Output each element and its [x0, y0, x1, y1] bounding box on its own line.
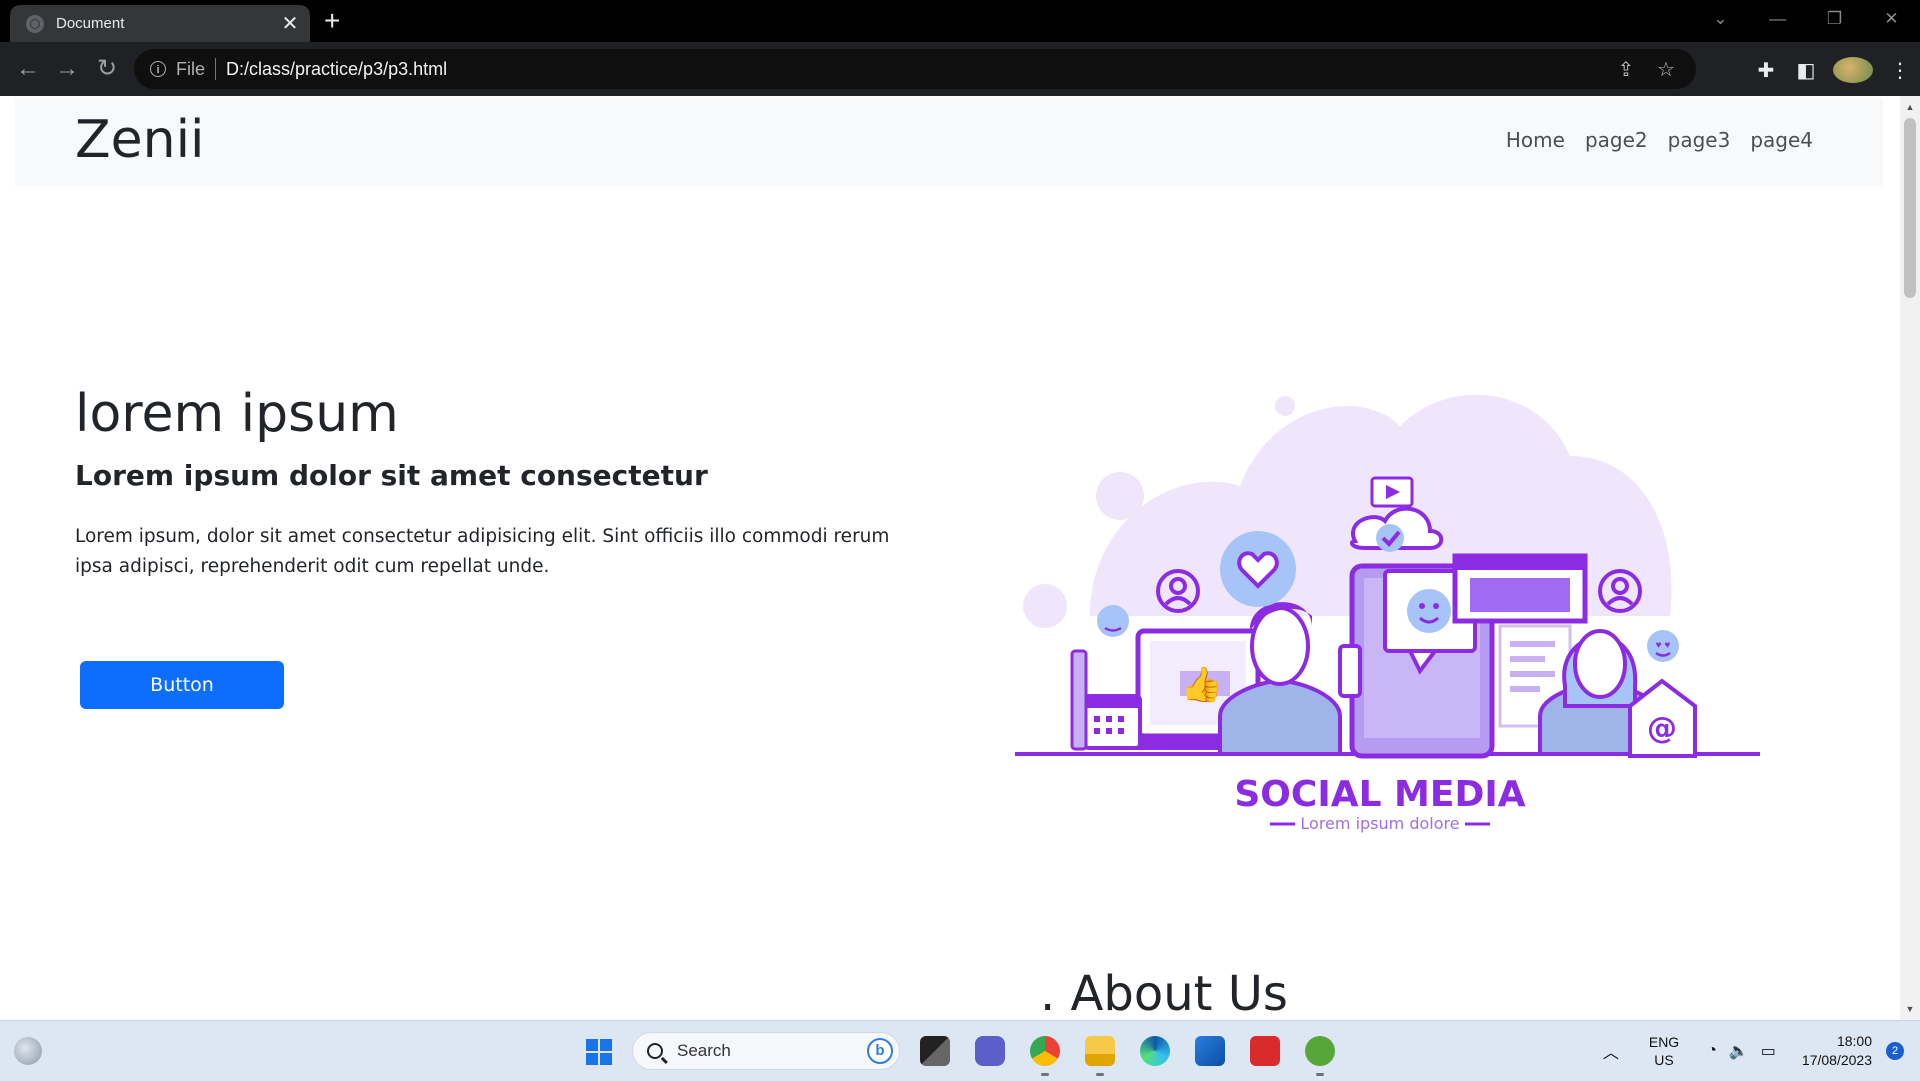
chevron-up-icon[interactable]: ︿ — [1603, 1039, 1619, 1063]
clock-time: 18:00 — [1836, 1033, 1872, 1049]
illustration-title: SOCIAL MEDIA — [1234, 774, 1525, 815]
gift-icon[interactable] — [1250, 1036, 1280, 1066]
chrome-icon[interactable] — [1030, 1036, 1060, 1066]
browser-tab[interactable]: Document ✕ — [10, 5, 310, 42]
new-tab-button[interactable]: + — [324, 6, 340, 36]
nav-link-page3[interactable]: page3 — [1668, 128, 1731, 152]
store-icon[interactable] — [1195, 1036, 1225, 1066]
back-arrow-icon[interactable]: ← — [14, 55, 42, 83]
social-media-illustration: @ ♥ ♥ 👍 SOCIAL MEDIA Lorem ipsum dolore — [1015, 394, 1760, 833]
reload-icon[interactable]: ↻ — [93, 55, 121, 83]
svg-text:@: @ — [1647, 711, 1677, 746]
weather-icon[interactable] — [14, 1037, 42, 1065]
scroll-thumb[interactable] — [1904, 118, 1916, 298]
site-navbar: Zenii Home page2 page3 page4 — [15, 98, 1883, 186]
side-panel-icon[interactable]: ◧ — [1786, 58, 1826, 83]
address-bar[interactable]: i File D:/class/practice/p3/p3.html ⇪ ☆ — [134, 49, 1696, 89]
profile-avatar[interactable] — [1833, 57, 1873, 83]
bing-icon[interactable]: b — [867, 1038, 893, 1064]
scroll-up-arrow-icon[interactable]: ▲ — [1900, 102, 1920, 112]
share-icon[interactable]: ⇪ — [1606, 57, 1646, 82]
url-text[interactable]: D:/class/practice/p3/p3.html — [226, 59, 447, 80]
calendar-icon — [1083, 694, 1142, 750]
task-view-icon[interactable] — [920, 1036, 950, 1066]
running-indicator — [1041, 1073, 1049, 1076]
scroll-down-arrow-icon[interactable]: ▼ — [1900, 1004, 1920, 1014]
browser-toolbar: ← → ↻ i File D:/class/practice/p3/p3.htm… — [0, 42, 1920, 96]
bottle-icon — [1070, 649, 1088, 751]
battery-icon[interactable]: ▭ — [1761, 1041, 1776, 1061]
hero-button[interactable]: Button — [80, 661, 284, 709]
hero-title: lorem ipsum — [75, 384, 399, 444]
site-brand[interactable]: Zenii — [75, 110, 204, 170]
clock[interactable]: 18:00 17/08/2023 — [1802, 1032, 1872, 1070]
globe-icon — [26, 14, 44, 33]
utorrent-icon[interactable] — [1305, 1036, 1335, 1066]
edge-icon[interactable] — [1140, 1036, 1170, 1066]
wifi-icon[interactable]: ◔ — [1707, 1042, 1717, 1060]
tab-title: Document — [56, 15, 125, 32]
nav-link-page2[interactable]: page2 — [1585, 128, 1648, 152]
search-label: Search — [677, 1041, 731, 1060]
window-close-icon[interactable]: ✕ — [1863, 9, 1920, 29]
vertical-scrollbar[interactable]: ▲ ▼ — [1900, 96, 1920, 1020]
browser-window-icon — [1452, 553, 1588, 624]
info-icon[interactable]: i — [150, 61, 166, 77]
scheme-label: File — [176, 58, 206, 79]
notification-badge[interactable]: 2 — [1886, 1042, 1904, 1060]
file-explorer-icon[interactable] — [1085, 1036, 1115, 1066]
about-heading: . About Us — [1040, 966, 1288, 1020]
volume-icon[interactable]: 🔈 — [1729, 1041, 1749, 1061]
thumbs-up-icon: 👍 — [1181, 665, 1223, 704]
taskbar: Search b ︿ ENG US ◔ 🔈 ▭ 18:00 17/08/2023… — [0, 1020, 1920, 1081]
start-icon[interactable] — [586, 1039, 612, 1065]
browser-tab-strip: Document ✕ + ⌄ — ❐ ✕ — [0, 0, 1920, 42]
running-indicator — [1316, 1073, 1324, 1076]
language-indicator[interactable]: ENG US — [1649, 1033, 1679, 1069]
lang-top: ENG — [1648, 1034, 1680, 1050]
illustration-caption: Lorem ipsum dolore — [1300, 814, 1459, 833]
tab-search-chevron-icon[interactable]: ⌄ — [1692, 9, 1749, 29]
hero-subtitle: Lorem ipsum dolor sit amet consectetur — [75, 459, 708, 492]
restore-icon[interactable]: ❐ — [1806, 9, 1863, 29]
forward-arrow-icon[interactable]: → — [53, 55, 81, 83]
hero-text: Lorem ipsum, dolor sit amet consectetur … — [75, 526, 890, 577]
lang-bottom: US — [1654, 1052, 1674, 1068]
close-icon[interactable]: ✕ — [276, 11, 304, 36]
bookmark-star-icon[interactable]: ☆ — [1646, 57, 1686, 82]
minimize-icon[interactable]: — — [1749, 9, 1806, 29]
running-indicator — [1096, 1073, 1104, 1076]
menu-kebab-icon[interactable]: ⋮ — [1880, 58, 1920, 83]
page-viewport: Zenii Home page2 page3 page4 lorem ipsum… — [0, 96, 1900, 1020]
taskbar-search-box[interactable]: Search b — [632, 1032, 900, 1070]
system-tray: ︿ ENG US ◔ 🔈 ▭ 18:00 17/08/2023 2 — [1603, 1021, 1920, 1081]
divider — [215, 58, 217, 80]
nav-link-home[interactable]: Home — [1506, 128, 1565, 152]
search-icon — [647, 1043, 663, 1059]
nav-link-page4[interactable]: page4 — [1750, 128, 1813, 152]
heart-chat-bubble-icon — [1220, 531, 1296, 607]
clock-date: 17/08/2023 — [1801, 1052, 1872, 1068]
svg-text:♥ ♥: ♥ ♥ — [1656, 640, 1671, 651]
extensions-puzzle-icon[interactable]: ✚ — [1746, 58, 1786, 83]
teams-icon[interactable] — [975, 1036, 1005, 1066]
